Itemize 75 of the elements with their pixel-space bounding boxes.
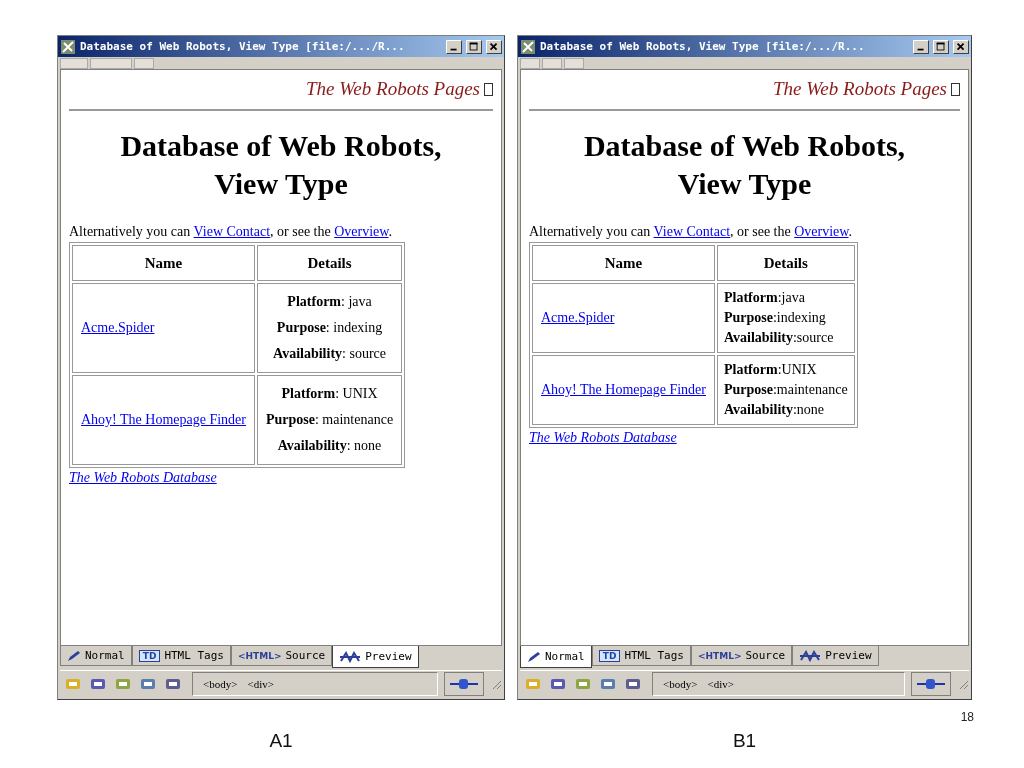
robot-link[interactable]: Ahoy! The Homepage Finder: [541, 382, 706, 397]
detail-text: Platform: UNIX: [280, 385, 379, 403]
detail-text: Purpose: maintenance: [266, 411, 394, 429]
figure-caption: A1: [269, 730, 293, 751]
overview-link[interactable]: Overview: [794, 224, 849, 239]
pen-icon: [527, 650, 541, 663]
tag-path-item[interactable]: <body>: [203, 678, 238, 690]
view-tab[interactable]: Normal: [60, 646, 132, 666]
detail-text: Purpose: indexing: [275, 319, 384, 337]
tag-icon: TD: [598, 649, 621, 662]
toolbar-grip[interactable]: [60, 58, 88, 69]
window-title: Database of Web Robots, View Type [file:/.../R...: [80, 40, 406, 53]
toolbar-grip[interactable]: [520, 58, 540, 69]
tag-icon: TD: [138, 649, 161, 662]
database-link[interactable]: The Web Robots Database: [529, 430, 677, 446]
page-heading: Database of Web Robots, View Type: [582, 128, 907, 202]
figure-caption: B1: [732, 730, 757, 751]
toolbar-grip[interactable]: [134, 58, 154, 69]
tag-path-item[interactable]: <body>: [663, 678, 698, 690]
missing-glyph-icon: [484, 82, 493, 96]
view-tab[interactable]: TD HTML Tags: [591, 646, 691, 666]
robot-link[interactable]: Ahoy! The Homepage Finder: [81, 412, 246, 427]
detail-text: Platform: java: [286, 293, 373, 311]
column-header: Details: [257, 245, 403, 281]
page-heading: Database of Web Robots, View Type: [119, 128, 443, 202]
pages-link[interactable]: The Web Robots Pages: [773, 78, 947, 100]
toolbar-grip[interactable]: [542, 58, 562, 69]
app-icon: [520, 38, 536, 55]
toolbar-grip[interactable]: [564, 58, 584, 69]
view-tab[interactable]: Preview: [792, 646, 879, 666]
app-icon: [60, 38, 76, 55]
plug-icon: [449, 677, 479, 691]
detail-text: Availability: none: [276, 437, 383, 455]
pages-link[interactable]: The Web Robots Pages: [306, 78, 480, 100]
robot-link[interactable]: Acme.Spider: [81, 320, 155, 335]
toolbar-grip[interactable]: [90, 58, 132, 69]
detail-text: Availability:source: [724, 329, 835, 347]
database-link[interactable]: The Web Robots Database: [69, 470, 217, 486]
robot-link[interactable]: Acme.Spider: [541, 310, 615, 325]
missing-glyph-icon: [951, 82, 960, 96]
detail-text: Purpose:maintenance: [724, 381, 848, 399]
plug-icon: [916, 677, 946, 691]
detail-text: Availability: source: [272, 345, 387, 363]
maximize-button[interactable]: [933, 39, 949, 54]
detail-text: Platform:UNIX: [724, 361, 818, 379]
html-icon: <HTML>: [238, 650, 282, 661]
column-header: Details: [717, 245, 855, 281]
maximize-button[interactable]: [466, 39, 482, 54]
minimize-button[interactable]: [913, 39, 929, 54]
view-tab[interactable]: <HTML> Source: [231, 646, 333, 666]
html-icon: <HTML>: [698, 650, 742, 661]
view-tab[interactable]: Preview: [332, 646, 419, 668]
slide-number: 18: [960, 710, 974, 724]
close-button[interactable]: [953, 39, 969, 54]
view-tab[interactable]: TD HTML Tags: [131, 646, 231, 666]
resize-grip-icon[interactable]: [957, 678, 969, 690]
resize-grip-icon[interactable]: [490, 678, 502, 690]
network-icon: [339, 650, 362, 663]
network-icon: [799, 649, 822, 662]
column-header: Name: [72, 245, 255, 281]
view-tab[interactable]: Normal: [520, 646, 592, 668]
tag-path-item[interactable]: <div>: [247, 678, 274, 690]
view-tab[interactable]: <HTML> Source: [691, 646, 793, 666]
minimize-button[interactable]: [446, 39, 462, 54]
column-header: Name: [532, 245, 715, 281]
close-button[interactable]: [486, 39, 502, 54]
detail-text: Availability:none: [724, 401, 826, 419]
detail-text: Platform:java: [724, 289, 806, 307]
overview-link[interactable]: Overview: [334, 224, 389, 239]
tag-path-item[interactable]: <div>: [707, 678, 734, 690]
detail-text: Purpose:indexing: [724, 309, 827, 327]
window-title: Database of Web Robots, View Type [file:/.../R...: [540, 40, 866, 53]
pen-icon: [67, 649, 81, 662]
intro-text: Alternatively you can View Contact, or see the Overview.: [529, 224, 854, 240]
intro-text: Alternatively you can View Contact, or see the Overview.: [69, 224, 394, 240]
